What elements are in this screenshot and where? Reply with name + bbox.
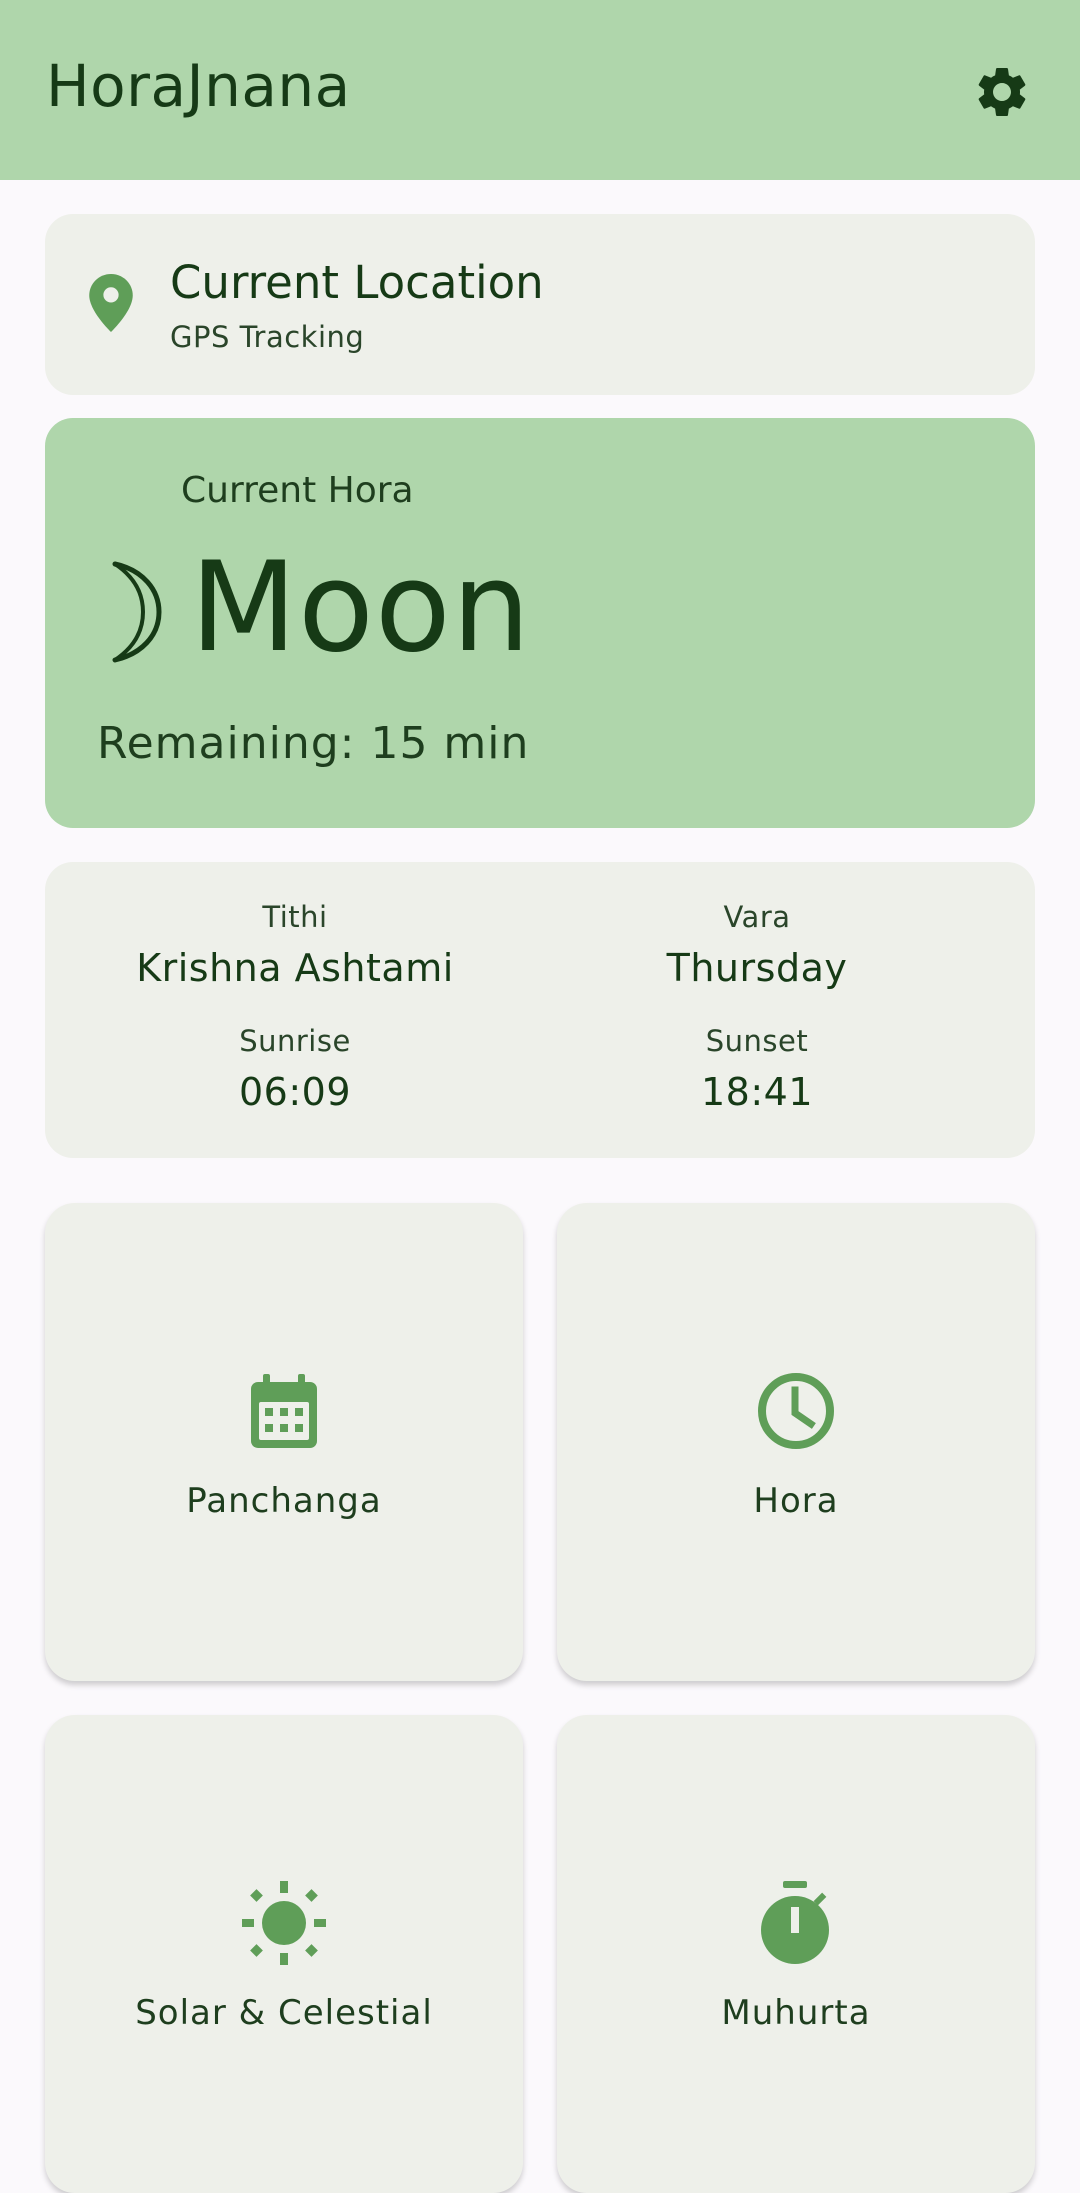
calendar-icon [251, 1374, 317, 1448]
crescent-moon-icon [112, 561, 162, 663]
tithi-cell: Tithi Krishna Ashtami [65, 900, 525, 990]
settings-button[interactable] [966, 56, 1038, 128]
sunset-label: Sunset [705, 1024, 809, 1058]
solar-celestial-tile[interactable]: Solar & Celestial [45, 1715, 523, 2193]
sunrise-value: 06:09 [238, 1070, 351, 1114]
panchanga-tile-label: Panchanga [186, 1481, 382, 1521]
sun-icon [242, 1881, 326, 1965]
sunset-cell: Sunset 18:41 [527, 1024, 987, 1114]
hora-remaining-time: Remaining: 15 min [97, 718, 530, 769]
vara-cell: Vara Thursday [527, 900, 987, 990]
panchanga-tile[interactable]: Panchanga [45, 1203, 523, 1681]
vara-label: Vara [723, 900, 791, 934]
hora-tile-label: Hora [753, 1481, 839, 1521]
sunrise-cell: Sunrise 06:09 [65, 1024, 525, 1114]
clock-icon [758, 1373, 834, 1449]
timer-icon [761, 1881, 829, 1964]
tithi-value: Krishna Ashtami [136, 946, 454, 990]
muhurta-tile[interactable]: Muhurta [557, 1715, 1035, 2193]
vara-value: Thursday [666, 946, 848, 990]
app-title: HoraJnana [46, 52, 351, 120]
location-card[interactable]: Current Location GPS Tracking [45, 214, 1035, 395]
gear-icon [978, 68, 1026, 116]
top-app-bar: HoraJnana [0, 0, 1080, 180]
tithi-label: Tithi [262, 900, 328, 934]
panchanga-summary-card: Tithi Krishna Ashtami Vara Thursday Sunr… [45, 862, 1035, 1158]
location-subtitle: GPS Tracking [170, 320, 365, 354]
current-hora-card[interactable]: Current Hora Moon Remaining: 15 min [45, 418, 1035, 828]
solar-celestial-tile-label: Solar & Celestial [135, 1993, 433, 2033]
hora-planet: Moon [190, 536, 532, 680]
location-pin-icon [89, 274, 133, 332]
hora-tile[interactable]: Hora [557, 1203, 1035, 1681]
muhurta-tile-label: Muhurta [721, 1993, 871, 2033]
sunset-value: 18:41 [700, 1070, 813, 1114]
current-hora-label: Current Hora [181, 470, 414, 511]
location-title: Current Location [170, 256, 544, 309]
sunrise-label: Sunrise [239, 1024, 351, 1058]
